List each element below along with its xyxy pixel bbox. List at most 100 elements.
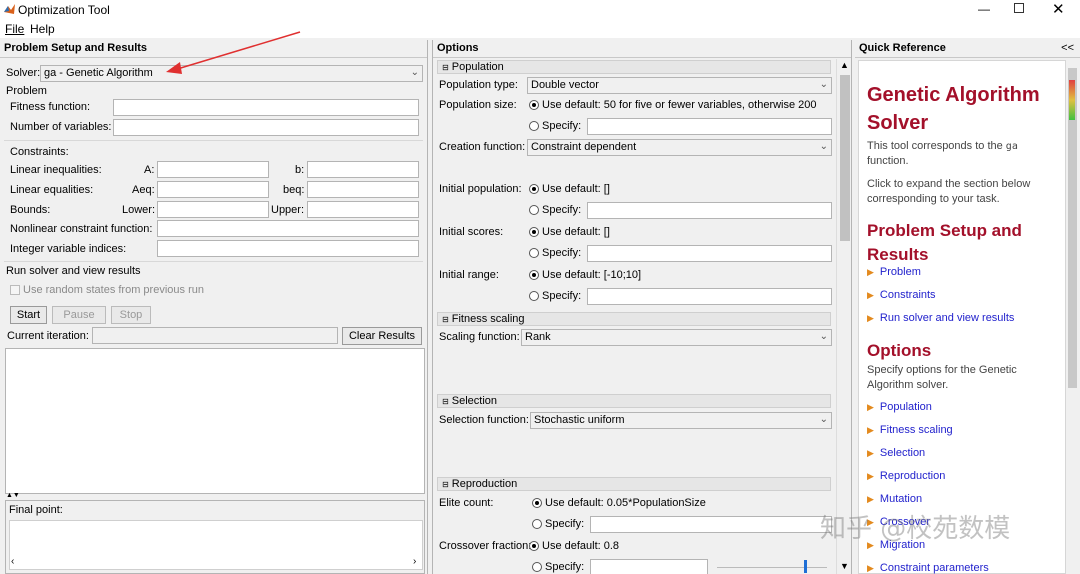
crossover-specify-radio[interactable] xyxy=(532,562,542,572)
qr-title: Genetic Algorithm Solver xyxy=(867,84,1040,134)
annotation-arrow-icon xyxy=(166,31,301,74)
bullet-icon: ▶ xyxy=(867,471,874,481)
beq-input[interactable] xyxy=(307,181,419,198)
elite-count-specify-radio[interactable] xyxy=(532,519,542,529)
scroll-right-icon[interactable]: › xyxy=(413,556,416,567)
run-solver-label: Run solver and view results xyxy=(6,265,141,277)
initial-population-input[interactable] xyxy=(587,202,832,219)
minimize-icon[interactable]: — xyxy=(978,2,992,16)
elite-count-label: Elite count: xyxy=(439,497,494,509)
initial-scores-input[interactable] xyxy=(587,245,832,262)
chevron-down-icon: ⌄ xyxy=(819,79,828,90)
splitter-arrows-icon[interactable]: ▲▼ xyxy=(6,492,20,499)
scroll-up-icon[interactable]: ▲ xyxy=(840,60,849,70)
elite-count-default-label: Use default: 0.05*PopulationSize xyxy=(545,497,706,509)
b-input[interactable] xyxy=(307,161,419,178)
initial-population-default-radio[interactable] xyxy=(529,184,539,194)
qr-link-constraints[interactable]: ▶ Constraints xyxy=(867,289,936,301)
stop-button[interactable]: Stop xyxy=(111,306,151,324)
final-point-field[interactable] xyxy=(9,520,423,570)
qr-scrollbar[interactable] xyxy=(1067,60,1078,574)
integer-indices-input[interactable] xyxy=(157,240,419,257)
crossover-default-radio[interactable] xyxy=(529,541,539,551)
initial-scores-specify-radio[interactable] xyxy=(529,248,539,258)
creation-function-select[interactable]: Constraint dependent ⌄ xyxy=(527,139,832,156)
solver-value: ga - Genetic Algorithm xyxy=(44,67,153,79)
population-size-input[interactable] xyxy=(587,118,832,135)
population-type-select[interactable]: Double vector ⌄ xyxy=(527,77,832,94)
initial-range-default-label: Use default: [-10;10] xyxy=(542,269,642,281)
crossover-slider-track[interactable] xyxy=(717,567,827,568)
population-section-header[interactable]: ⊟ Population xyxy=(437,60,831,74)
bullet-icon: ▶ xyxy=(867,563,874,573)
qr-link-run-solver[interactable]: ▶ Run solver and view results xyxy=(867,312,1014,324)
initial-range-specify-radio[interactable] xyxy=(529,291,539,301)
fitness-function-input[interactable] xyxy=(113,99,419,116)
elite-count-input[interactable] xyxy=(590,516,832,533)
qr-link-selection[interactable]: ▶ Selection xyxy=(867,447,925,459)
lower-bound-input[interactable] xyxy=(157,201,269,218)
qr-link-problem[interactable]: ▶ Problem xyxy=(867,266,921,278)
qr-link-mutation[interactable]: ▶ Mutation xyxy=(867,493,922,505)
maximize-icon[interactable] xyxy=(1014,3,1024,13)
reproduction-section-header[interactable]: ⊟ Reproduction xyxy=(437,477,831,491)
qr-link-constraint-parameters[interactable]: ▶ Constraint parameters xyxy=(867,562,989,574)
upper-bound-input[interactable] xyxy=(307,201,419,218)
collapse-panel-button[interactable]: << xyxy=(1061,42,1074,54)
population-size-specify-radio[interactable] xyxy=(529,121,539,131)
title-bar: Optimization Tool — ✕ xyxy=(0,0,1080,20)
scaling-function-label: Scaling function: xyxy=(439,331,520,343)
nonlinear-constraint-input[interactable] xyxy=(157,220,419,237)
scaling-function-select[interactable]: Rank ⌄ xyxy=(521,329,832,346)
aeq-input[interactable] xyxy=(157,181,269,198)
clear-results-button[interactable]: Clear Results xyxy=(342,327,422,345)
number-of-variables-input[interactable] xyxy=(113,119,419,136)
linear-inequalities-label: Linear inequalities: xyxy=(10,164,102,176)
bullet-icon: ▶ xyxy=(867,425,874,435)
qr-link-population[interactable]: ▶ Population xyxy=(867,401,932,413)
selection-function-select[interactable]: Stochastic uniform ⌄ xyxy=(530,412,832,429)
pause-button[interactable]: Pause xyxy=(52,306,106,324)
menu-help[interactable]: Help xyxy=(30,22,55,36)
specify-label: Specify: xyxy=(542,290,582,302)
bullet-icon: ▶ xyxy=(867,402,874,412)
chevron-down-icon: ⌄ xyxy=(819,331,828,342)
scroll-left-icon[interactable]: ‹ xyxy=(11,556,14,567)
collapse-icon: ⊟ xyxy=(442,315,449,324)
fitness-scaling-section-header[interactable]: ⊟ Fitness scaling xyxy=(437,312,831,326)
a-input[interactable] xyxy=(157,161,269,178)
upper-label: Upper: xyxy=(271,204,305,216)
selection-function-label: Selection function: xyxy=(439,414,529,426)
close-icon[interactable]: ✕ xyxy=(1052,0,1065,18)
crossover-slider-thumb[interactable] xyxy=(804,560,807,573)
divider xyxy=(4,140,423,141)
a-label: A: xyxy=(144,164,155,176)
lower-label: Lower: xyxy=(122,204,156,216)
scrollbar-thumb[interactable] xyxy=(840,75,850,241)
beq-label: beq: xyxy=(283,184,305,196)
qr-link-fitness-scaling[interactable]: ▶ Fitness scaling xyxy=(867,424,953,436)
scroll-down-icon[interactable]: ▼ xyxy=(840,561,849,571)
qr-intro-2: Click to expand the section below corres… xyxy=(867,178,1031,205)
chevron-down-icon: ⌄ xyxy=(819,414,828,425)
initial-scores-default-radio[interactable] xyxy=(529,227,539,237)
qr-intro-1: This tool corresponds to the ga function. xyxy=(867,140,1018,167)
bullet-icon: ▶ xyxy=(867,313,874,323)
menu-file[interactable]: File xyxy=(5,22,24,36)
selection-section-header[interactable]: ⊟ Selection xyxy=(437,394,831,408)
initial-range-input[interactable] xyxy=(587,288,832,305)
elite-count-default-radio[interactable] xyxy=(532,498,542,508)
problem-label: Problem xyxy=(6,85,47,97)
initial-population-specify-radio[interactable] xyxy=(529,205,539,215)
start-button[interactable]: Start xyxy=(10,306,47,324)
collapse-icon: ⊟ xyxy=(442,480,449,489)
b-label: b: xyxy=(295,164,305,176)
crossover-fraction-input[interactable] xyxy=(590,559,708,574)
initial-range-default-radio[interactable] xyxy=(529,270,539,280)
bullet-icon: ▶ xyxy=(867,448,874,458)
results-textarea[interactable] xyxy=(5,348,425,494)
population-size-default-radio[interactable] xyxy=(529,100,539,110)
random-states-checkbox[interactable] xyxy=(10,285,20,295)
qr-link-reproduction[interactable]: ▶ Reproduction xyxy=(867,470,945,482)
options-scrollbar[interactable]: ▲ ▼ xyxy=(836,59,851,574)
